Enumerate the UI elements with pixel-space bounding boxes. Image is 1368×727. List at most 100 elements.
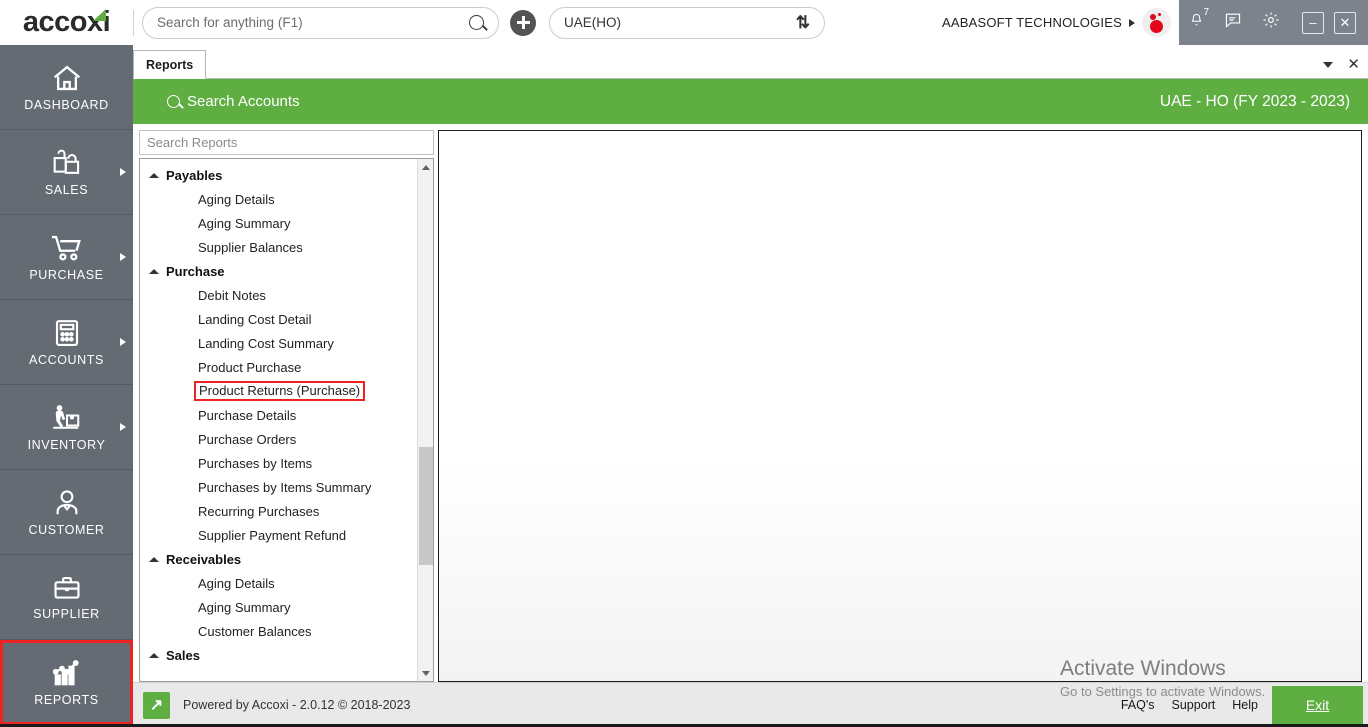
- tree-item[interactable]: Aging Summary: [140, 595, 417, 619]
- powered-by-text: Powered by Accoxi - 2.0.12 © 2018-2023: [183, 698, 411, 712]
- sidebar-label: CUSTOMER: [28, 522, 105, 537]
- top-bar: accoxi UAE(HO) ⇅ AABASOFT TECHNOLOGIES: [0, 0, 1368, 45]
- tree-item-label: Supplier Payment Refund: [198, 527, 347, 543]
- content-area: Payables Aging Details Aging Summary Suppli…: [133, 124, 1368, 682]
- reports-tree: Payables Aging Details Aging Summary Suppli…: [139, 158, 434, 682]
- tree-item[interactable]: Purchases by Items: [140, 451, 417, 475]
- footer-link-help[interactable]: Help: [1232, 698, 1258, 712]
- tree-item[interactable]: Aging Details: [140, 571, 417, 595]
- briefcase-icon: [51, 574, 83, 602]
- tree-item[interactable]: Purchase Orders: [140, 427, 417, 451]
- scroll-down-icon[interactable]: [418, 665, 433, 681]
- footer-link-faq[interactable]: FAQ's: [1121, 698, 1155, 712]
- chevron-right-icon: [120, 253, 126, 261]
- branch-selector[interactable]: UAE(HO) ⇅: [549, 6, 825, 39]
- tree-group-label: Payables: [166, 167, 223, 183]
- tree-item[interactable]: Purchase Details: [140, 403, 417, 427]
- chevron-right-icon: [120, 423, 126, 431]
- reports-tree-scrollbar[interactable]: [417, 159, 433, 681]
- tab-reports[interactable]: Reports: [133, 50, 207, 79]
- switch-branch-icon[interactable]: ⇅: [796, 14, 810, 31]
- sidebar-label: SUPPLIER: [33, 606, 100, 621]
- tab-label: Reports: [146, 57, 194, 72]
- sidebar-item-dashboard[interactable]: DASHBOARD: [0, 45, 133, 130]
- bar-chart-icon: [50, 658, 84, 688]
- tree-item[interactable]: Landing Cost Detail: [140, 307, 417, 331]
- tree-item-label: Product Returns (Purchase): [194, 381, 366, 401]
- tree-group-receivables[interactable]: Receivables: [140, 547, 417, 571]
- tree-item-label: Product Purchase: [198, 359, 302, 375]
- sidebar-item-reports[interactable]: REPORTS: [0, 640, 133, 725]
- chevron-down-icon[interactable]: [1323, 61, 1334, 68]
- search-accounts-button[interactable]: Search Accounts: [167, 93, 300, 110]
- sidebar-item-sales[interactable]: SALES: [0, 130, 133, 215]
- tree-item[interactable]: Product Returns (Purchase): [140, 379, 417, 403]
- tree-item[interactable]: Debit Notes: [140, 283, 417, 307]
- chevron-up-icon: [149, 652, 159, 658]
- shopping-bag-icon: [51, 148, 83, 178]
- sidebar-label: DASHBOARD: [24, 97, 109, 112]
- logo-divider: [133, 9, 134, 36]
- person-icon: [52, 488, 82, 518]
- search-reports-field[interactable]: [139, 130, 434, 155]
- gear-icon[interactable]: [1262, 11, 1280, 34]
- exit-button[interactable]: Exit: [1272, 685, 1363, 725]
- tree-item[interactable]: Supplier Payment Refund: [140, 523, 417, 547]
- close-tab-icon[interactable]: ✕: [1347, 57, 1360, 72]
- company-name: AABASOFT TECHNOLOGIES: [942, 15, 1122, 30]
- window-controls: – ✕: [1290, 0, 1368, 45]
- tab-strip: Reports ✕: [133, 45, 1368, 79]
- search-icon[interactable]: [469, 15, 484, 30]
- footer: ↗ Powered by Accoxi - 2.0.12 © 2018-2023…: [133, 682, 1368, 727]
- scroll-up-icon[interactable]: [418, 159, 433, 175]
- sidebar-label: ACCOUNTS: [29, 352, 104, 367]
- chevron-right-icon: [120, 338, 126, 346]
- home-icon: [50, 63, 84, 93]
- company-menu[interactable]: AABASOFT TECHNOLOGIES: [942, 8, 1179, 37]
- tree-item[interactable]: Product Purchase: [140, 355, 417, 379]
- search-input[interactable]: [157, 15, 469, 30]
- tree-group-label: Purchase: [166, 263, 225, 279]
- global-search[interactable]: [142, 6, 499, 39]
- notification-bell-icon[interactable]: 7: [1189, 7, 1209, 33]
- messages-icon[interactable]: [1224, 12, 1242, 33]
- footer-link-support[interactable]: Support: [1172, 698, 1216, 712]
- tree-item[interactable]: Recurring Purchases: [140, 499, 417, 523]
- tree-group-purchase[interactable]: Purchase: [140, 259, 417, 283]
- tree-group-label: Sales: [166, 647, 200, 663]
- sidebar-item-supplier[interactable]: SUPPLIER: [0, 555, 133, 640]
- close-button[interactable]: ✕: [1334, 11, 1356, 34]
- tree-item[interactable]: Customer Balances: [140, 619, 417, 643]
- tab-tools: ✕: [1323, 57, 1360, 72]
- exit-label: Exit: [1305, 697, 1330, 713]
- avatar[interactable]: [1142, 8, 1171, 37]
- main-area: Reports ✕ Search Accounts UAE - HO (FY 2…: [133, 45, 1368, 727]
- add-new-button[interactable]: [510, 9, 536, 36]
- sidebar-label: PURCHASE: [29, 267, 104, 282]
- chevron-up-icon: [149, 172, 159, 178]
- chevron-right-icon[interactable]: [1129, 18, 1135, 27]
- warehouse-worker-icon: [50, 403, 84, 433]
- sidebar-label: REPORTS: [34, 693, 99, 707]
- sidebar-item-inventory[interactable]: INVENTORY: [0, 385, 133, 470]
- tree-group-sales[interactable]: Sales: [140, 643, 417, 667]
- sidebar-item-accounts[interactable]: ACCOUNTS: [0, 300, 133, 385]
- tree-item-label: Aging Details: [198, 191, 275, 207]
- minimize-button[interactable]: –: [1302, 11, 1324, 34]
- tree-item[interactable]: Landing Cost Summary: [140, 331, 417, 355]
- tree-item[interactable]: Aging Details: [140, 187, 417, 211]
- fiscal-context: UAE - HO (FY 2023 - 2023): [1159, 92, 1350, 110]
- chevron-up-icon: [149, 268, 159, 274]
- tree-item-label: Purchases by Items: [198, 455, 313, 471]
- sidebar-item-customer[interactable]: CUSTOMER: [0, 470, 133, 555]
- tree-group-payables[interactable]: Payables: [140, 163, 417, 187]
- chevron-right-icon: [120, 168, 126, 176]
- scrollbar-thumb[interactable]: [419, 447, 433, 565]
- tree-item[interactable]: Purchases by Items Summary: [140, 475, 417, 499]
- tree-item[interactable]: Aging Summary: [140, 211, 417, 235]
- accoxi-mark-icon: ↗: [143, 691, 170, 719]
- application-window: accoxi UAE(HO) ⇅ AABASOFT TECHNOLOGIES: [0, 0, 1368, 727]
- search-reports-input[interactable]: [147, 135, 426, 150]
- tree-item[interactable]: Supplier Balances: [140, 235, 417, 259]
- sidebar-item-purchase[interactable]: PURCHASE: [0, 215, 133, 300]
